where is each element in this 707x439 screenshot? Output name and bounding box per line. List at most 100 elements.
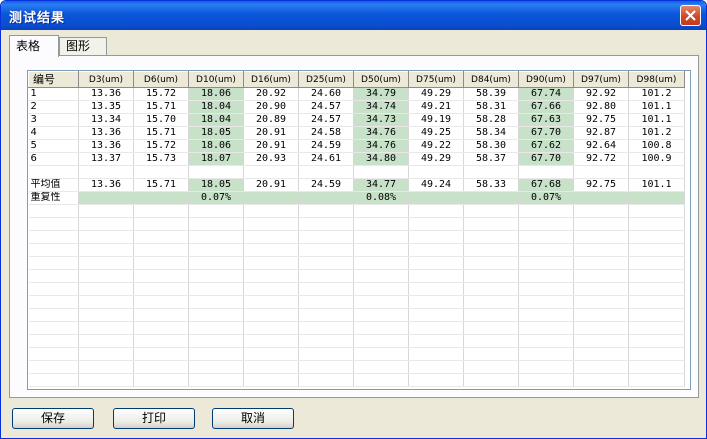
table-row[interactable] bbox=[28, 360, 685, 374]
column-header[interactable]: 编号 bbox=[28, 71, 79, 88]
table-cell bbox=[353, 204, 409, 218]
column-header[interactable]: D97(um) bbox=[573, 71, 629, 88]
table-cell: 1 bbox=[28, 87, 79, 101]
title-bar[interactable]: 测试结果 bbox=[1, 1, 706, 30]
table-cell bbox=[133, 282, 189, 296]
table-row[interactable] bbox=[28, 308, 685, 322]
table-row[interactable] bbox=[28, 347, 685, 361]
table-row[interactable]: 2 13.35 15.71 18.04 20.90 24.57 34.74 49.21 58.3… bbox=[28, 100, 685, 114]
table-cell bbox=[573, 321, 629, 335]
table-cell bbox=[133, 204, 189, 218]
table-cell: 15.72 bbox=[133, 87, 189, 101]
table-cell bbox=[353, 360, 409, 374]
table-cell bbox=[133, 269, 189, 283]
table-cell: 2 bbox=[28, 100, 79, 114]
table-cell bbox=[628, 217, 685, 231]
table-row[interactable] bbox=[28, 282, 685, 296]
table-cell bbox=[628, 243, 685, 257]
tab-table[interactable]: 表格 bbox=[9, 35, 59, 57]
table-row[interactable]: 6 13.37 15.73 18.07 20.93 24.61 34.80 49.29 58.3… bbox=[28, 152, 685, 166]
table-cell: 49.29 bbox=[408, 152, 464, 166]
table-cell bbox=[28, 334, 79, 348]
table-cell bbox=[78, 230, 134, 244]
print-button[interactable]: 打印 bbox=[113, 408, 195, 429]
table-cell bbox=[408, 321, 464, 335]
column-header[interactable]: D50(um) bbox=[353, 71, 409, 88]
table-cell bbox=[243, 295, 299, 309]
table-cell: 24.59 bbox=[298, 178, 354, 192]
table-row[interactable] bbox=[28, 230, 685, 244]
table-cell: 92.87 bbox=[573, 126, 629, 140]
table-row[interactable] bbox=[28, 243, 685, 257]
column-header[interactable]: D3(um) bbox=[78, 71, 134, 88]
table-row[interactable] bbox=[28, 334, 685, 348]
tab-chart[interactable]: 图形 bbox=[59, 37, 107, 56]
table-row[interactable] bbox=[28, 321, 685, 335]
table-cell bbox=[28, 165, 79, 179]
results-grid[interactable]: 编号 D3(um) D6(um) D10(um) D16(um) D25(um) D50(u… bbox=[27, 70, 691, 390]
column-header[interactable]: D25(um) bbox=[298, 71, 354, 88]
table-cell bbox=[188, 295, 244, 309]
table-row[interactable]: 重复性 0.07% 0.08% 0.07% bbox=[28, 191, 685, 205]
column-header[interactable]: D98(um) bbox=[628, 71, 685, 88]
table-cell bbox=[463, 217, 519, 231]
table-cell: 92.75 bbox=[573, 113, 629, 127]
table-row[interactable]: 平均值 13.36 15.71 18.05 20.91 24.59 34.77 49.24 58… bbox=[28, 178, 685, 192]
table-cell bbox=[133, 334, 189, 348]
table-cell: 100.8 bbox=[628, 139, 685, 153]
table-cell bbox=[463, 243, 519, 257]
table-cell: 49.22 bbox=[408, 139, 464, 153]
table-row[interactable] bbox=[28, 217, 685, 231]
table-cell bbox=[133, 347, 189, 361]
table-row[interactable] bbox=[28, 295, 685, 309]
table-row[interactable]: 1 13.36 15.72 18.06 20.92 24.60 34.79 49.29 58.3… bbox=[28, 87, 685, 101]
column-header[interactable]: D75(um) bbox=[408, 71, 464, 88]
table-row[interactable]: 4 13.36 15.71 18.05 20.91 24.58 34.76 49.25 58.3… bbox=[28, 126, 685, 140]
column-header[interactable]: D84(um) bbox=[463, 71, 519, 88]
column-header[interactable]: D6(um) bbox=[133, 71, 189, 88]
table-row[interactable]: 3 13.34 15.70 18.04 20.89 24.57 34.73 49.19 58.2… bbox=[28, 113, 685, 127]
table-cell bbox=[78, 308, 134, 322]
table-cell: 13.36 bbox=[78, 87, 134, 101]
table-cell bbox=[353, 282, 409, 296]
table-cell bbox=[408, 269, 464, 283]
table-cell: 58.33 bbox=[463, 178, 519, 192]
table-cell bbox=[628, 282, 685, 296]
table-cell bbox=[298, 230, 354, 244]
table-row[interactable]: 5 13.36 15.72 18.06 20.91 24.59 34.76 49.22 58.3… bbox=[28, 139, 685, 153]
table-cell bbox=[243, 360, 299, 374]
column-header[interactable]: D90(um) bbox=[518, 71, 574, 88]
table-row[interactable] bbox=[28, 256, 685, 270]
table-cell: 0.07% bbox=[188, 191, 244, 205]
table-row[interactable] bbox=[28, 204, 685, 218]
column-header[interactable]: D16(um) bbox=[243, 71, 299, 88]
table-cell bbox=[188, 308, 244, 322]
header-row: 编号 D3(um) D6(um) D10(um) D16(um) D25(um) D50(u… bbox=[28, 71, 685, 88]
table-cell bbox=[353, 373, 409, 387]
table-cell bbox=[463, 165, 519, 179]
cancel-button[interactable]: 取消 bbox=[212, 408, 294, 429]
button-bar: 保存 打印 取消 bbox=[1, 408, 706, 432]
table-cell bbox=[463, 282, 519, 296]
table-cell bbox=[298, 308, 354, 322]
table-cell bbox=[243, 334, 299, 348]
table-cell bbox=[28, 243, 79, 257]
table-cell: 34.76 bbox=[353, 139, 409, 153]
save-button[interactable]: 保存 bbox=[12, 408, 94, 429]
table-row[interactable] bbox=[28, 373, 685, 387]
table-cell bbox=[408, 243, 464, 257]
table-cell: 67.74 bbox=[518, 87, 574, 101]
table-cell: 92.75 bbox=[573, 178, 629, 192]
close-button[interactable] bbox=[680, 5, 701, 26]
table-cell bbox=[188, 269, 244, 283]
table-cell bbox=[243, 256, 299, 270]
column-header[interactable]: D10(um) bbox=[188, 71, 244, 88]
table-cell bbox=[353, 295, 409, 309]
table-cell: 49.21 bbox=[408, 100, 464, 114]
table-row[interactable] bbox=[28, 165, 685, 179]
table-cell bbox=[463, 360, 519, 374]
table-cell bbox=[188, 334, 244, 348]
table-row[interactable] bbox=[28, 269, 685, 283]
table-cell bbox=[188, 347, 244, 361]
table-cell: 49.29 bbox=[408, 87, 464, 101]
